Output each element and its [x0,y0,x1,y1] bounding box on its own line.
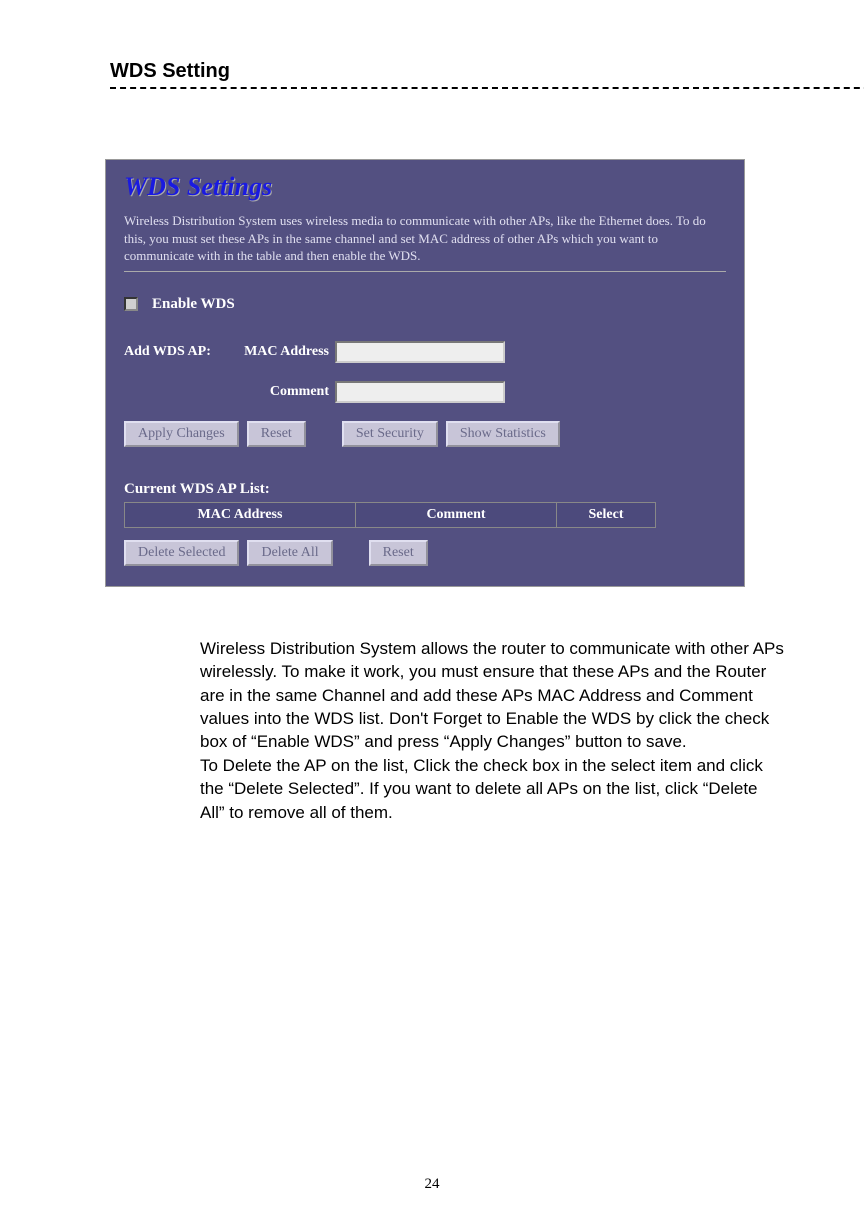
body-paragraph-2: To Delete the AP on the list, Click the … [200,754,784,824]
panel-title: WDS Settings [124,172,726,202]
body-text: Wireless Distribution System allows the … [200,637,784,825]
wds-settings-panel: WDS Settings Wireless Distribution Syste… [105,159,745,587]
reset-list-button[interactable]: Reset [369,540,428,566]
delete-all-button[interactable]: Delete All [247,540,332,566]
page-number: 24 [0,1176,864,1193]
delete-selected-button[interactable]: Delete Selected [124,540,239,566]
heading-underline [110,87,864,89]
table-header-comment: Comment [356,503,557,527]
mac-address-input[interactable] [335,341,505,363]
mac-address-label: MAC Address [234,344,335,360]
current-wds-ap-list-label: Current WDS AP List: [124,481,726,498]
body-paragraph-1: Wireless Distribution System allows the … [200,637,784,754]
reset-button[interactable]: Reset [247,421,306,447]
wds-ap-table: MAC Address Comment Select [124,502,656,528]
enable-wds-label: Enable WDS [152,296,235,313]
show-statistics-button[interactable]: Show Statistics [446,421,560,447]
set-security-button[interactable]: Set Security [342,421,438,447]
comment-label: Comment [124,384,335,400]
enable-wds-checkbox[interactable] [124,297,138,311]
section-heading: WDS Setting [110,60,864,83]
panel-divider [124,271,726,272]
comment-input[interactable] [335,381,505,403]
apply-changes-button[interactable]: Apply Changes [124,421,239,447]
table-header-mac: MAC Address [125,503,356,527]
panel-description: Wireless Distribution System uses wirele… [124,212,726,265]
table-header-select: Select [557,503,655,527]
add-wds-ap-label: Add WDS AP: [124,344,234,360]
